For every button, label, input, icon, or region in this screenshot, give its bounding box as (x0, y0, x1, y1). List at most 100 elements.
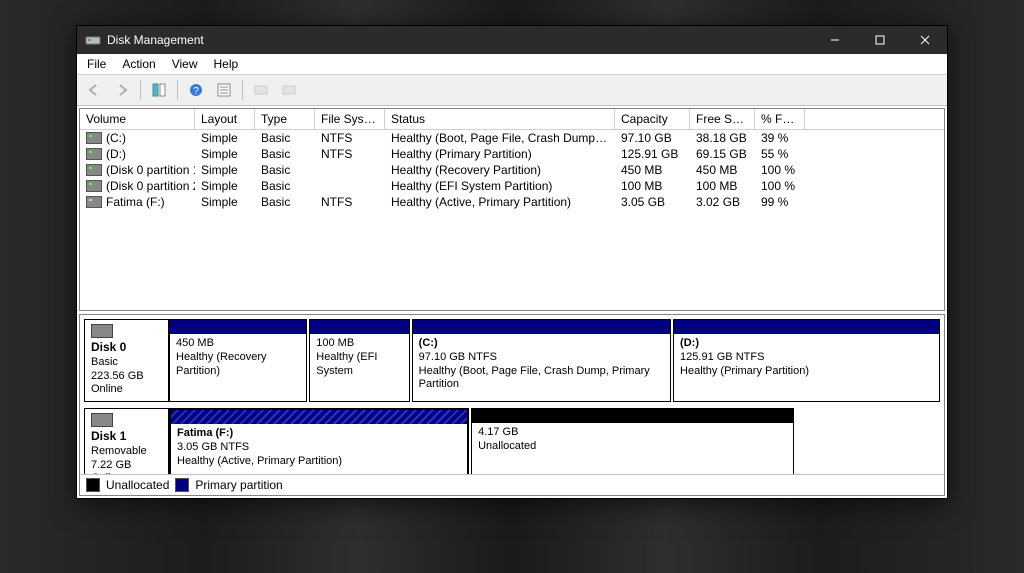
volume-name: (Disk 0 partition 1) (106, 163, 195, 177)
col-status[interactable]: Status (385, 109, 615, 129)
volume-free: 38.18 GB (690, 130, 755, 146)
volume-capacity: 450 MB (615, 162, 690, 178)
volume-name: (D:) (106, 147, 126, 161)
menu-help[interactable]: Help (206, 55, 247, 73)
col-layout[interactable]: Layout (195, 109, 255, 129)
drive-icon (86, 180, 102, 192)
drive-icon (86, 196, 102, 208)
disk-name: Disk 1 (91, 429, 126, 443)
partition[interactable]: (D:)125.91 GB NTFSHealthy (Primary Parti… (673, 319, 940, 402)
disk-size: 223.56 GB (91, 370, 144, 382)
app-icon (85, 32, 101, 48)
col-spacer[interactable] (805, 109, 944, 129)
svg-text:?: ? (193, 86, 199, 97)
volume-body[interactable]: (C:)SimpleBasicNTFSHealthy (Boot, Page F… (80, 130, 944, 310)
col-pct[interactable]: % Free (755, 109, 805, 129)
col-capacity[interactable]: Capacity (615, 109, 690, 129)
content-area: Volume Layout Type File System Status Ca… (77, 106, 947, 498)
disk-type: Basic (91, 356, 118, 368)
volume-status: Healthy (EFI System Partition) (385, 178, 615, 194)
volume-type: Basic (255, 146, 315, 162)
disk-area[interactable]: Disk 0Basic223.56 GBOnline450 MBHealthy … (80, 315, 944, 474)
volume-free: 69.15 GB (690, 146, 755, 162)
titlebar[interactable]: Disk Management (77, 26, 947, 54)
drive-icon (86, 148, 102, 160)
volume-row[interactable]: (Disk 0 partition 2)SimpleBasic Healthy (… (80, 178, 944, 194)
volume-status: Healthy (Primary Partition) (385, 146, 615, 162)
partition[interactable]: Fatima (F:)3.05 GB NTFSHealthy (Active, … (169, 408, 469, 474)
maximize-button[interactable] (857, 26, 902, 54)
volume-layout: Simple (195, 194, 255, 210)
properties-icon[interactable] (211, 77, 237, 103)
partition[interactable]: 4.17 GBUnallocated (471, 408, 794, 474)
volume-name: (C:) (106, 131, 126, 145)
partition-label: 4.17 GBUnallocated (472, 423, 793, 459)
volume-status: Healthy (Active, Primary Partition) (385, 194, 615, 210)
partition-stripe (674, 320, 939, 334)
legend-unalloc-label: Unallocated (106, 478, 169, 492)
volume-type: Basic (255, 194, 315, 210)
volume-capacity: 100 MB (615, 178, 690, 194)
legend-primary-label: Primary partition (195, 478, 282, 492)
help-icon[interactable]: ? (183, 77, 209, 103)
minimize-button[interactable] (812, 26, 857, 54)
partition-label: Fatima (F:)3.05 GB NTFSHealthy (Active, … (171, 424, 467, 473)
volume-name: (Disk 0 partition 2) (106, 179, 195, 193)
disk-label[interactable]: Disk 0Basic223.56 GBOnline (84, 319, 169, 402)
volume-status: Healthy (Boot, Page File, Crash Dump, Pr… (385, 130, 615, 146)
volume-pct: 39 % (755, 130, 805, 146)
menu-file[interactable]: File (79, 55, 114, 73)
volume-layout: Simple (195, 162, 255, 178)
volume-pct: 100 % (755, 178, 805, 194)
disk-partitions: Fatima (F:)3.05 GB NTFSHealthy (Active, … (169, 408, 794, 474)
action2-icon (276, 77, 302, 103)
col-fs[interactable]: File System (315, 109, 385, 129)
legend-primary-swatch (175, 478, 189, 492)
volume-row[interactable]: (C:)SimpleBasicNTFSHealthy (Boot, Page F… (80, 130, 944, 146)
disk-size: 7.22 GB (91, 459, 131, 471)
volume-name: Fatima (F:) (106, 195, 165, 209)
volume-capacity: 125.91 GB (615, 146, 690, 162)
volume-row[interactable]: (Disk 0 partition 1)SimpleBasicHealthy (… (80, 162, 944, 178)
volume-capacity: 3.05 GB (615, 194, 690, 210)
col-volume[interactable]: Volume (80, 109, 195, 129)
volume-status: Healthy (Recovery Partition) (385, 162, 615, 178)
menu-view[interactable]: View (164, 55, 206, 73)
partition[interactable]: 100 MBHealthy (EFI System (309, 319, 409, 402)
volume-row[interactable]: (D:)SimpleBasicNTFSHealthy (Primary Part… (80, 146, 944, 162)
volume-row[interactable]: Fatima (F:)SimpleBasicNTFSHealthy (Activ… (80, 194, 944, 210)
window: Disk Management File Action View Help ? (76, 25, 948, 499)
refresh-icon[interactable] (146, 77, 172, 103)
action1-icon (248, 77, 274, 103)
partition[interactable]: (C:)97.10 GB NTFSHealthy (Boot, Page Fil… (412, 319, 671, 402)
close-button[interactable] (902, 26, 947, 54)
disk-label[interactable]: Disk 1Removable7.22 GBOnline (84, 408, 169, 474)
volume-header-row: Volume Layout Type File System Status Ca… (80, 109, 944, 130)
col-free[interactable]: Free Spa... (690, 109, 755, 129)
drive-icon (86, 132, 102, 144)
volume-free: 100 MB (690, 178, 755, 194)
volume-list: Volume Layout Type File System Status Ca… (79, 108, 945, 311)
col-type[interactable]: Type (255, 109, 315, 129)
disk-partitions: 450 MBHealthy (Recovery Partition)100 MB… (169, 319, 940, 402)
disk-icon (91, 413, 113, 427)
volume-layout: Simple (195, 178, 255, 194)
volume-pct: 100 % (755, 162, 805, 178)
volume-type: Basic (255, 178, 315, 194)
disk-row: Disk 1Removable7.22 GBOnlineFatima (F:)3… (84, 408, 940, 474)
toolbar: ? (77, 75, 947, 106)
disk-icon (91, 324, 113, 338)
volume-type: Basic (255, 130, 315, 146)
volume-free: 3.02 GB (690, 194, 755, 210)
volume-free: 450 MB (690, 162, 755, 178)
volume-layout: Simple (195, 146, 255, 162)
partition-stripe (413, 320, 670, 334)
back-button (81, 77, 107, 103)
menu-action[interactable]: Action (114, 55, 163, 73)
disk-state: Online (91, 383, 123, 395)
partition-stripe (310, 320, 408, 334)
partition-stripe (170, 320, 306, 334)
disk-row: Disk 0Basic223.56 GBOnline450 MBHealthy … (84, 319, 940, 402)
legend: Unallocated Primary partition (80, 474, 944, 495)
partition[interactable]: 450 MBHealthy (Recovery Partition) (169, 319, 307, 402)
